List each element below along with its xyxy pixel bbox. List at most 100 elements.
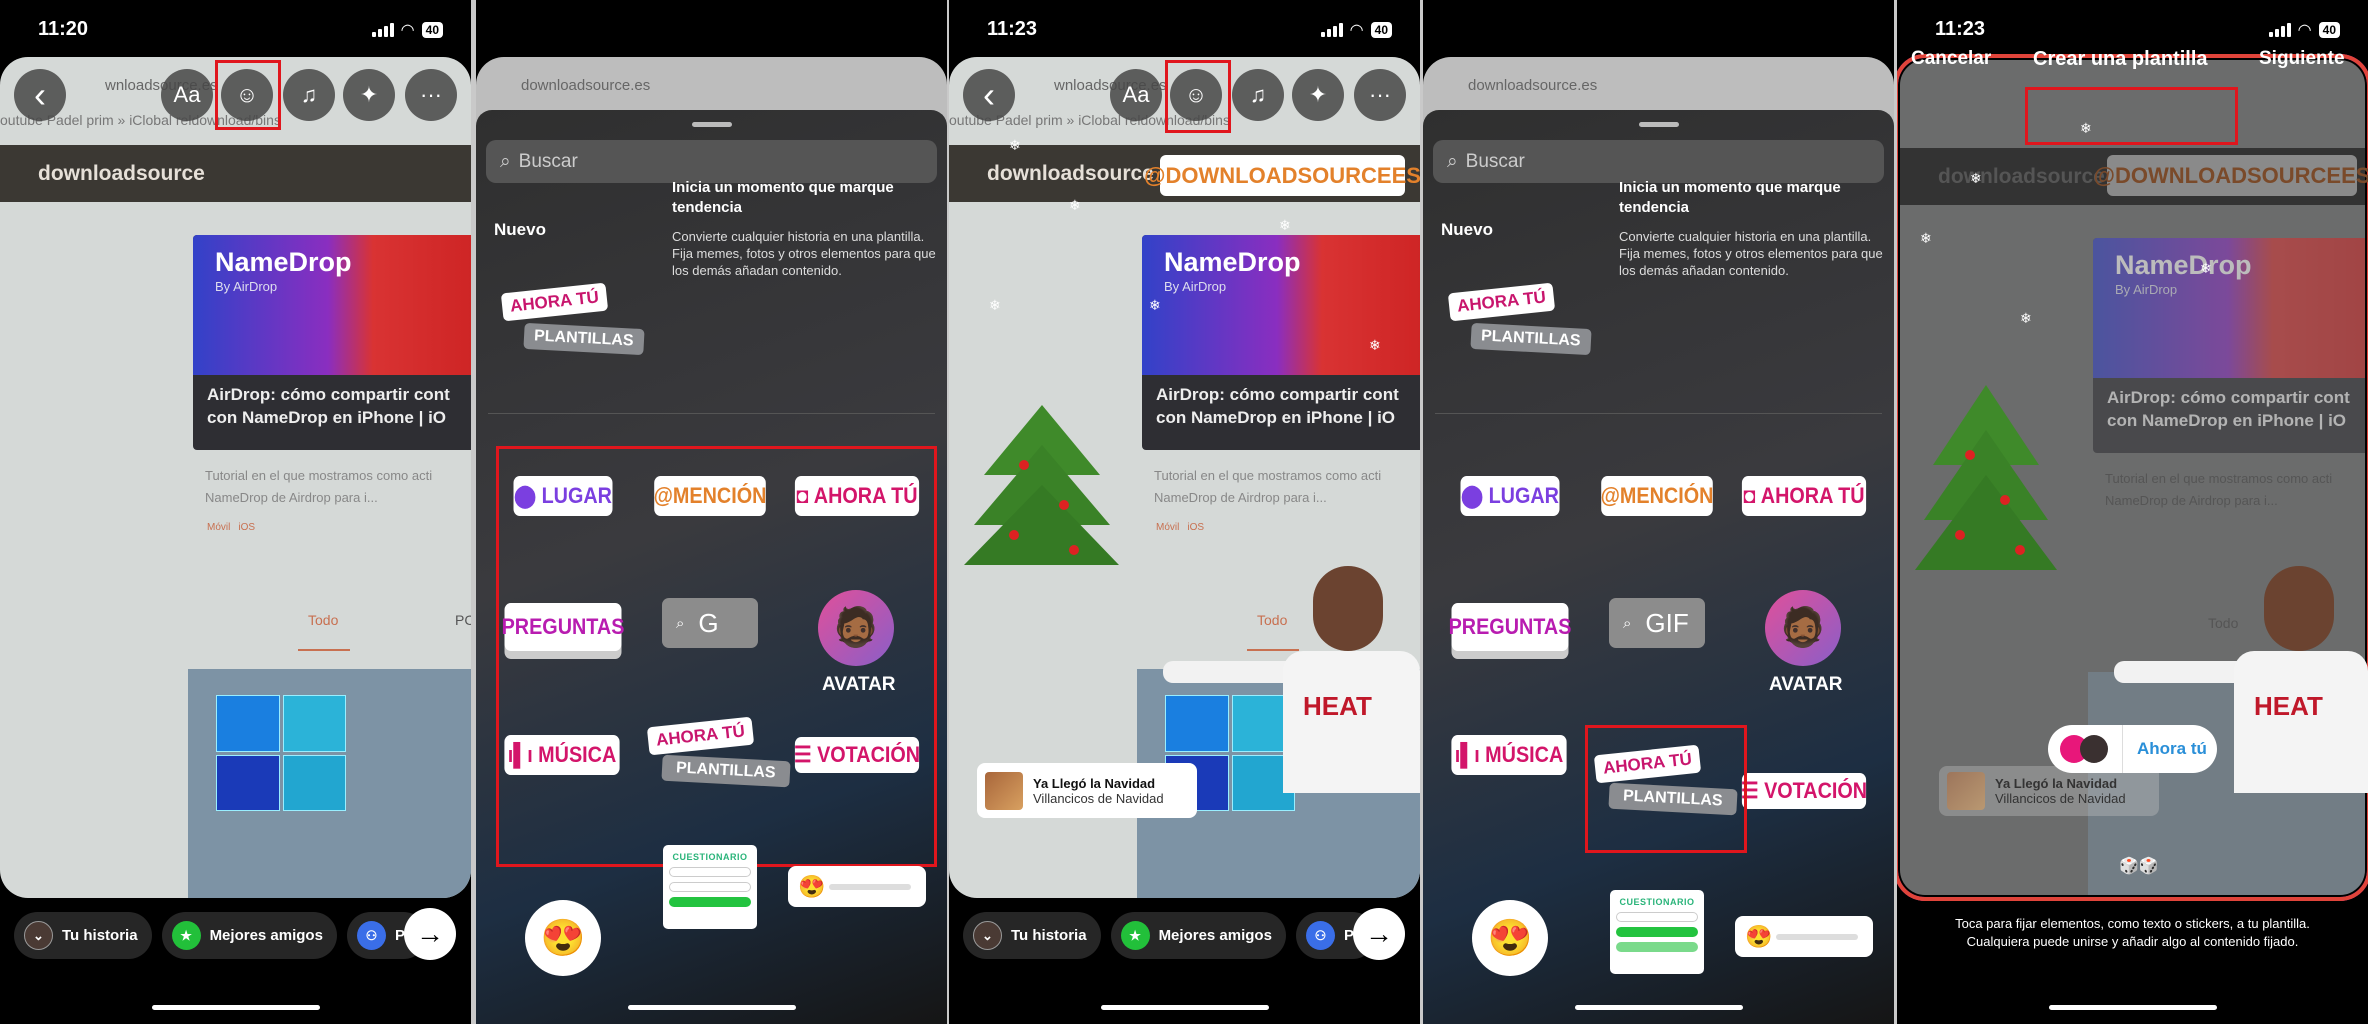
back-button[interactable]: ‹ — [14, 69, 66, 121]
story-icon: ⌄ — [24, 921, 53, 950]
music-sticker[interactable]: Ya Llegó la Navidad Villancicos de Navida… — [1939, 766, 2159, 816]
mention-sticker[interactable]: @DOWNLOADSOURCEES — [2094, 155, 2368, 196]
desc-line: Tutorial en el que mostramos como acti — [205, 468, 433, 483]
next-text-button[interactable]: Siguiente — [2259, 48, 2345, 70]
effects-button[interactable]: ✦ — [343, 69, 395, 121]
card-sub: By AirDrop — [2115, 282, 2178, 297]
sticker-lugar[interactable]: ⬤ LUGAR — [1460, 476, 1560, 516]
pill-label: Mejores amigos — [209, 927, 323, 944]
star-icon: ★ — [171, 921, 201, 950]
share-your-story[interactable]: ⌄ Tu historia — [963, 912, 1101, 959]
sticker-emoji-slider[interactable]: 😍 — [788, 866, 926, 907]
snowflake-icon: ❄ — [1009, 137, 1021, 153]
new-feature-title: Inicia un momento que marque tendencia — [672, 179, 894, 216]
sticker-label: MÚSICA — [1485, 742, 1564, 767]
sticker-emoji-reaction[interactable]: 😍 — [1472, 900, 1548, 976]
sticker-search-input[interactable]: ⌕ Buscar — [486, 140, 937, 183]
text-button[interactable]: Aa — [1110, 69, 1162, 121]
search-placeholder: Buscar — [1465, 150, 1525, 172]
article-card: NameDrop By AirDrop AirDrop: cómo compart… — [2093, 238, 2365, 453]
hint-line: Cualquiera puede unirse y añadir algo al… — [1966, 934, 2299, 949]
sticker-emoji-reaction[interactable]: 😍 — [525, 900, 601, 976]
card-title: NameDrop — [1164, 247, 1301, 277]
sparkles-icon: ✦ — [1308, 82, 1328, 107]
share-close-friends[interactable]: ★ Mejores amigos — [1110, 912, 1286, 959]
next-button[interactable]: → — [1353, 908, 1405, 960]
cancel-button[interactable]: Cancelar — [1911, 48, 1991, 70]
song-title: Ya Llegó la Navidad — [1995, 776, 2118, 791]
more-button[interactable]: ··· — [405, 69, 457, 121]
pill-label: Tu historia — [62, 927, 138, 944]
sticker-cuestionario[interactable]: CUESTIONARIO — [1610, 890, 1704, 974]
share-your-story[interactable]: ⌄ Tu historia — [14, 912, 152, 959]
dice-icon: 🎲🎲 — [2119, 858, 2159, 875]
template-title: Crear una plantilla — [2033, 48, 2208, 70]
heart-eyes-emoji-icon: 😍 — [1487, 917, 1533, 958]
story-icon: ⌄ — [973, 921, 1002, 950]
sticker-label: @MENCIÓN — [1600, 483, 1714, 508]
back-button[interactable]: ‹ — [963, 69, 1015, 121]
template-hint: Toca para fijar elementos, como texto o … — [1897, 915, 2368, 951]
sticker-avatar[interactable]: 🧔🏾 — [1765, 590, 1841, 666]
highlight-box — [1165, 60, 1231, 133]
ahora-tu-sticker[interactable]: Ahora tú — [2048, 725, 2217, 773]
new-feature-title: Inicia un momento que marque tendencia — [1619, 179, 1841, 216]
pill-label: Tu historia — [1011, 927, 1087, 944]
panel-story-editor-1: 11:20 ◠ 40 wnloadsource.es outube Padel p… — [0, 0, 471, 1024]
divider — [1435, 413, 1882, 414]
web-tab-todo: Todo — [308, 612, 339, 628]
status-time: 11:20 — [38, 18, 89, 40]
sticker-gif[interactable]: ⌕ GIF — [1609, 598, 1705, 648]
next-button[interactable]: → — [404, 908, 456, 960]
album-art — [985, 771, 1023, 810]
sticker-mencion[interactable]: @MENCIÓN — [1601, 476, 1713, 516]
album-art — [1947, 772, 1985, 810]
sticker-ahora-tu[interactable]: ◘ AHORA TÚ — [1741, 476, 1867, 516]
drag-handle[interactable] — [692, 122, 732, 127]
song-artist: Villancicos de Navidad — [1995, 791, 2126, 806]
story-canvas[interactable]: wnloadsource.es outube Padel prim » iClo… — [0, 57, 471, 898]
music-sticker[interactable]: Ya Llegó la Navidad Villancicos de Navida… — [977, 763, 1197, 818]
share-close-friends[interactable]: ★ Mejores amigos — [161, 912, 337, 959]
snowflake-icon: ❄ — [1920, 230, 1932, 246]
sticker-emoji-slider[interactable]: 😍 — [1735, 916, 1873, 957]
music-button[interactable]: ♫ — [1232, 69, 1284, 121]
sticker-search-input[interactable]: ⌕ Buscar — [1433, 140, 1884, 183]
wifi-icon: ◠ — [2297, 22, 2312, 39]
sticker-label: CUESTIONARIO — [672, 852, 748, 862]
sticker-label: VOTACIÓN — [1764, 778, 1868, 803]
more-button[interactable]: ··· — [1354, 69, 1406, 121]
highlight-box — [496, 446, 937, 867]
signal-icon — [1320, 23, 1343, 37]
article-card: NameDrop By AirDrop AirDrop: cómo compart… — [193, 235, 471, 450]
desc-line: Tutorial en el que mostramos como acti — [1154, 468, 1382, 483]
christmas-tree-sticker[interactable] — [964, 405, 1119, 571]
sticker-preguntas[interactable]: PREGUNTAS — [1449, 603, 1571, 651]
snowflake-icon: ❄ — [2200, 260, 2212, 276]
status-bar: 11:23 ◠ 40 — [949, 0, 1420, 56]
drag-handle[interactable] — [1639, 122, 1679, 127]
sticker-musica[interactable]: ı▌ı MÚSICA — [1451, 735, 1567, 775]
sticker-cuestionario[interactable]: CUESTIONARIO — [663, 845, 757, 929]
text-button[interactable]: Aa — [161, 69, 213, 121]
web-logo: downloadsource — [38, 162, 205, 185]
share-bar: ⌄Tu historia ★Mejores amigos ⚇Pe — [14, 912, 428, 959]
effects-button[interactable]: ✦ — [1292, 69, 1344, 121]
mention-sticker[interactable]: @DOWNLOADSOURCEES — [1144, 155, 1420, 196]
sticker-votacion[interactable]: ☰ VOTACIÓN — [1741, 773, 1868, 809]
christmas-tree-sticker[interactable] — [1915, 385, 2057, 575]
tag: iOS — [238, 522, 256, 533]
text-icon: Aa — [173, 82, 201, 107]
status-time: 11:23 — [987, 18, 1038, 40]
music-icon: ♫ — [300, 82, 318, 107]
home-indicator — [628, 1005, 796, 1010]
panel-sticker-tray-2: downloadsource.es ⌕ Buscar Nuevo AHORA TÚ… — [1423, 0, 1894, 1024]
avatar-label: AVATAR — [1769, 674, 1843, 695]
article-desc: Tutorial en el que mostramos como acti Na… — [1154, 465, 1381, 509]
search-placeholder: Buscar — [518, 150, 578, 172]
basketball-player-sticker[interactable]: HEAT — [1163, 566, 1420, 793]
highlight-box — [215, 60, 281, 130]
arrow-right-icon: → — [1365, 918, 1393, 949]
music-button[interactable]: ♫ — [283, 69, 335, 121]
music-icon: ♫ — [1249, 82, 1267, 107]
